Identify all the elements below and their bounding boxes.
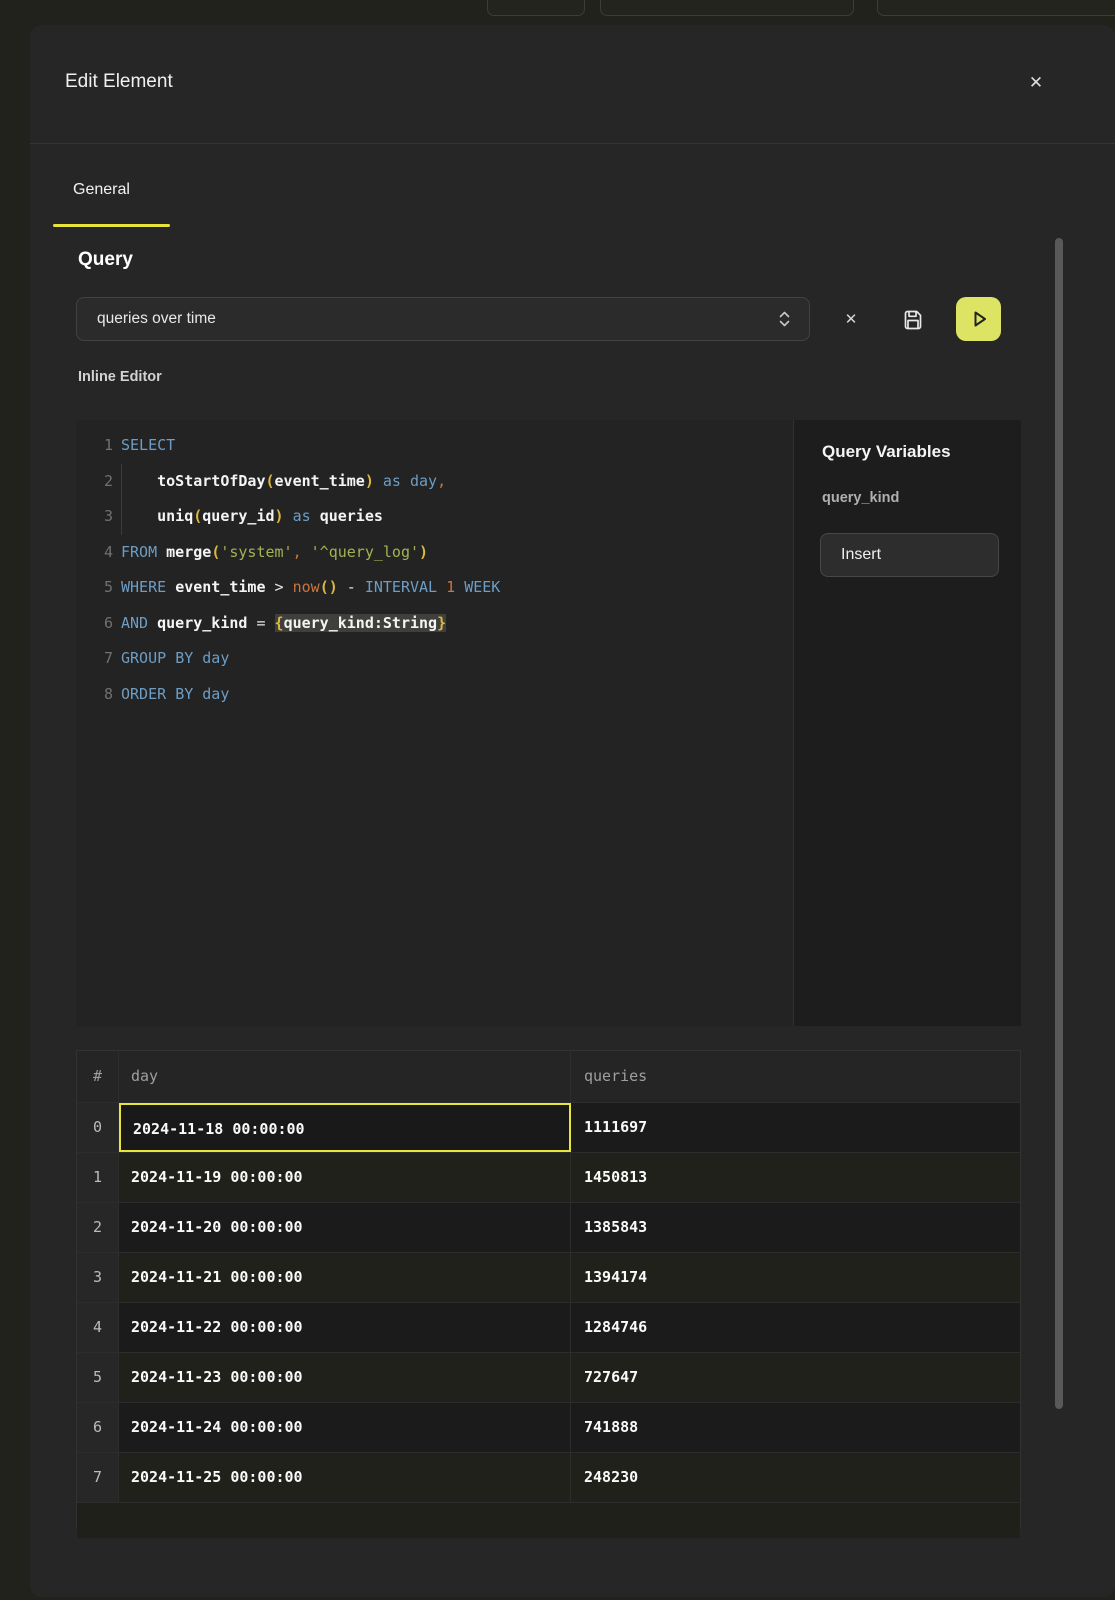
query-select[interactable]: queries over time [76,297,810,341]
column-header-queries: queries [571,1051,1020,1102]
table-row: 42024-11-22 00:00:001284746 [77,1303,1020,1353]
save-query-button[interactable] [898,304,928,334]
line-number: 8 [76,677,113,713]
code-text: SELECT [113,428,175,464]
line-number: 5 [76,570,113,606]
close-button[interactable]: ✕ [1022,69,1050,97]
line-number: 4 [76,535,113,571]
clear-query-button[interactable]: ✕ [838,307,864,331]
queries-cell[interactable]: 741888 [571,1403,1020,1452]
code-text: toStartOfDay(event_time) as day, [113,464,446,500]
tab-general[interactable]: General [73,181,130,199]
dialog-header: Edit Element ✕ [30,25,1115,144]
table-row: 62024-11-24 00:00:00741888 [77,1403,1020,1453]
line-number: 6 [76,606,113,642]
queries-cell[interactable]: 1450813 [571,1153,1020,1202]
row-index-cell[interactable]: 3 [77,1253,119,1302]
code-line: 2 toStartOfDay(event_time) as day, [76,464,793,500]
queries-cell[interactable]: 1385843 [571,1203,1020,1252]
run-query-button[interactable] [956,297,1001,341]
code-line: 6AND query_kind = {query_kind:String} [76,606,793,642]
line-number: 2 [76,464,113,500]
day-cell[interactable]: 2024-11-21 00:00:00 [119,1253,571,1302]
line-number: 1 [76,428,113,464]
code-line: 5WHERE event_time > now() - INTERVAL 1 W… [76,570,793,606]
code-text: FROM merge('system', '^query_log') [113,535,428,571]
chevron-up-down-icon [778,310,791,328]
query-variables-heading: Query Variables [822,442,951,462]
day-cell[interactable]: 2024-11-22 00:00:00 [119,1303,571,1352]
clear-icon: ✕ [845,310,858,328]
row-index-cell[interactable]: 1 [77,1153,119,1202]
queries-cell[interactable]: 1394174 [571,1253,1020,1302]
code-text: WHERE event_time > now() - INTERVAL 1 WE… [113,570,500,606]
inline-editor-label: Inline Editor [78,369,162,385]
day-cell[interactable]: 2024-11-19 00:00:00 [119,1153,571,1202]
play-icon [968,308,990,330]
code-text: GROUP BY day [113,641,229,677]
line-number: 7 [76,641,113,677]
code-line: 1SELECT [76,428,793,464]
background-button [487,0,585,16]
code-text: ORDER BY day [113,677,229,713]
row-index-cell[interactable]: 0 [77,1103,119,1152]
dialog-title: Edit Element [65,71,173,93]
query-select-value: queries over time [97,310,778,328]
close-icon: ✕ [1029,73,1043,93]
query-section-heading: Query [78,249,133,271]
table-row: 12024-11-19 00:00:001450813 [77,1153,1020,1203]
day-cell[interactable]: 2024-11-24 00:00:00 [119,1403,571,1452]
queries-cell[interactable]: 248230 [571,1453,1020,1502]
table-row: 72024-11-25 00:00:00248230 [77,1453,1020,1503]
row-index-cell[interactable]: 4 [77,1303,119,1352]
queries-cell[interactable]: 1284746 [571,1303,1020,1352]
code-lines: 1SELECT2 toStartOfDay(event_time) as day… [76,428,793,712]
line-number: 3 [76,499,113,535]
sql-editor[interactable]: 1SELECT2 toStartOfDay(event_time) as day… [76,420,1021,1026]
results-table-header: # day queries [77,1051,1020,1103]
results-table: # day queries 02024-11-18 00:00:00111169… [76,1050,1021,1529]
insert-variable-button[interactable]: Insert [820,533,999,577]
column-header-index: # [77,1051,119,1102]
day-cell[interactable]: 2024-11-23 00:00:00 [119,1353,571,1402]
code-line: 3 uniq(query_id) as queries [76,499,793,535]
day-cell[interactable]: 2024-11-18 00:00:00 [119,1103,571,1152]
background-button [877,0,1115,16]
row-index-cell[interactable]: 2 [77,1203,119,1252]
variable-name-label: query_kind [822,490,899,506]
save-icon [901,307,925,331]
column-header-day: day [119,1051,571,1102]
vertical-scrollbar[interactable] [1055,238,1063,1409]
day-cell[interactable]: 2024-11-25 00:00:00 [119,1453,571,1502]
code-line: 4FROM merge('system', '^query_log') [76,535,793,571]
row-index-cell[interactable]: 5 [77,1353,119,1402]
results-table-footer [77,1503,1020,1538]
edit-element-dialog: Edit Element ✕ General Query queries ove… [30,25,1115,1597]
code-text: AND query_kind = {query_kind:String} [113,606,446,642]
query-variables-panel: Query Variables query_kind Insert [793,420,1021,1026]
table-row: 52024-11-23 00:00:00727647 [77,1353,1020,1403]
row-index-cell[interactable]: 7 [77,1453,119,1502]
code-line: 7GROUP BY day [76,641,793,677]
results-rows: 02024-11-18 00:00:00111169712024-11-19 0… [77,1103,1020,1503]
day-cell[interactable]: 2024-11-20 00:00:00 [119,1203,571,1252]
queries-cell[interactable]: 727647 [571,1353,1020,1402]
table-row: 22024-11-20 00:00:001385843 [77,1203,1020,1253]
code-line: 8ORDER BY day [76,677,793,713]
table-row: 02024-11-18 00:00:001111697 [77,1103,1020,1153]
table-row: 32024-11-21 00:00:001394174 [77,1253,1020,1303]
code-text: uniq(query_id) as queries [113,499,383,535]
background-button [600,0,854,16]
tab-active-underline [53,224,170,227]
queries-cell[interactable]: 1111697 [571,1103,1020,1152]
row-index-cell[interactable]: 6 [77,1403,119,1452]
page-background: { "modal": { "title": "Edit Element", "c… [0,0,1115,1600]
